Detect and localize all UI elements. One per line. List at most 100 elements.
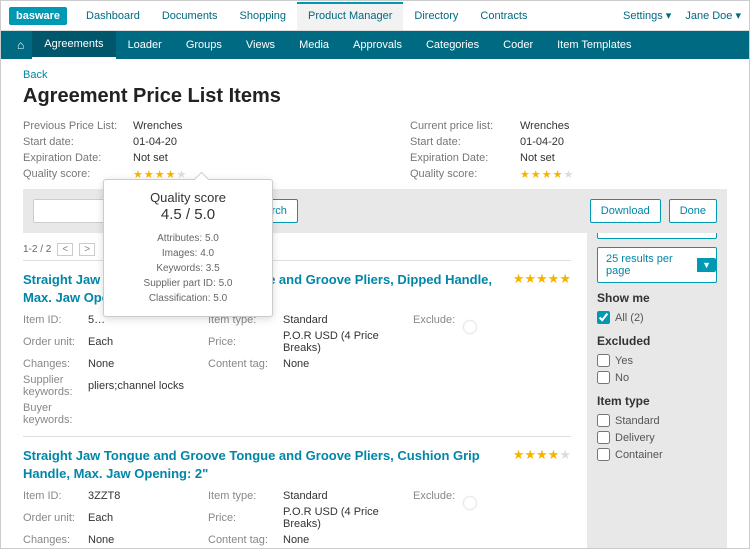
sub-nav: ⌂ Agreements Loader Groups Views Media A… bbox=[1, 31, 749, 59]
user-menu[interactable]: Jane Doe ▾ bbox=[685, 9, 741, 22]
popover-title: Quality score bbox=[114, 190, 262, 205]
order-unit-label: Order unit: bbox=[23, 336, 88, 348]
tab-dashboard[interactable]: Dashboard bbox=[75, 2, 151, 30]
order-unit: Each bbox=[88, 512, 208, 524]
exp-date-label: Expiration Date: bbox=[23, 152, 133, 164]
item-title-link[interactable]: Straight Jaw Tongue and Groove Tongue an… bbox=[23, 447, 505, 482]
start-date-label: Start date: bbox=[23, 136, 133, 148]
subtab-groups[interactable]: Groups bbox=[174, 32, 234, 58]
popover-score: 4.5 / 5.0 bbox=[114, 206, 262, 223]
item-type: Standard bbox=[283, 490, 413, 502]
checkbox-yes[interactable] bbox=[597, 354, 610, 367]
exp-date-value: Not set bbox=[133, 152, 168, 164]
filter-yes[interactable]: Yes bbox=[597, 352, 717, 369]
filter-delivery[interactable]: Delivery bbox=[597, 429, 717, 446]
quality-score-popover: Quality score 4.5 / 5.0 Attributes: 5.0 … bbox=[103, 179, 273, 317]
pager-prev[interactable]: < bbox=[57, 243, 73, 256]
meta-block: Previous Price List: Wrenches Start date:… bbox=[23, 118, 727, 183]
chevron-down-icon: ▼ bbox=[697, 258, 716, 272]
price-label: Price: bbox=[208, 512, 283, 524]
content-tag-value: None bbox=[283, 358, 413, 370]
cur-list-value: Wrenches bbox=[520, 120, 569, 132]
price-label: Price: bbox=[208, 336, 283, 348]
content-tag-label: Content tag: bbox=[208, 534, 283, 546]
changes-value: None bbox=[88, 534, 208, 546]
pager-next[interactable]: > bbox=[79, 243, 95, 256]
prev-list-label: Previous Price List: bbox=[23, 120, 133, 132]
tab-product-manager[interactable]: Product Manager bbox=[297, 2, 403, 30]
tab-documents[interactable]: Documents bbox=[151, 2, 229, 30]
quality-label-r: Quality score: bbox=[410, 168, 520, 181]
checkbox-no[interactable] bbox=[597, 371, 610, 384]
popover-row: Keywords: 3.5 bbox=[114, 261, 262, 276]
toolbar: Search Download Done Quality score 4.5 /… bbox=[23, 189, 727, 233]
item-type-label: Item type: bbox=[208, 490, 283, 502]
quality-stars-right: ★★★★★ bbox=[520, 168, 574, 181]
subtab-coder[interactable]: Coder bbox=[491, 32, 545, 58]
tab-shopping[interactable]: Shopping bbox=[229, 2, 298, 30]
checkbox-delivery[interactable] bbox=[597, 431, 610, 444]
popover-row: Attributes: 5.0 bbox=[114, 231, 262, 246]
supplier-kw-label: Supplier keywords: bbox=[23, 374, 88, 398]
order-unit-label: Order unit: bbox=[23, 512, 88, 524]
popover-row: Supplier part ID: 5.0 bbox=[114, 276, 262, 291]
subtab-categories[interactable]: Categories bbox=[414, 32, 491, 58]
back-link[interactable]: Back bbox=[23, 69, 47, 81]
start-date-value: 01-04-20 bbox=[133, 136, 177, 148]
popover-row: Images: 4.0 bbox=[114, 246, 262, 261]
cur-list-label: Current price list: bbox=[410, 120, 520, 132]
start-date-value-r: 01-04-20 bbox=[520, 136, 564, 148]
item-id: 3ZZT8 bbox=[88, 490, 208, 502]
pager-text: 1-2 / 2 bbox=[23, 244, 51, 255]
itemtype-heading: Item type bbox=[597, 394, 717, 408]
settings-link[interactable]: Settings ▾ bbox=[623, 9, 671, 22]
per-page-dropdown[interactable]: 25 results per page▼ bbox=[597, 247, 717, 283]
item-stars: ★★★★★ bbox=[505, 447, 571, 482]
list-item: Straight Jaw Tongue and Groove Tongue an… bbox=[23, 436, 571, 548]
checkbox-standard[interactable] bbox=[597, 414, 610, 427]
subtab-approvals[interactable]: Approvals bbox=[341, 32, 414, 58]
exclude-label: Exclude: bbox=[413, 490, 463, 502]
filter-all[interactable]: All (2) bbox=[597, 309, 717, 326]
exp-date-value-r: Not set bbox=[520, 152, 555, 164]
changes-label: Changes: bbox=[23, 358, 88, 370]
start-date-label-r: Start date: bbox=[410, 136, 520, 148]
item-id-label: Item ID: bbox=[23, 490, 88, 502]
sidebar: Sort by Relevance▼ 25 results per page▼ … bbox=[587, 193, 727, 548]
exp-date-label-r: Expiration Date: bbox=[410, 152, 520, 164]
logo: basware bbox=[9, 7, 67, 25]
subtab-item-templates[interactable]: Item Templates bbox=[545, 32, 643, 58]
tab-contracts[interactable]: Contracts bbox=[469, 2, 538, 30]
checkbox-container[interactable] bbox=[597, 448, 610, 461]
tab-directory[interactable]: Directory bbox=[403, 2, 469, 30]
subtab-media[interactable]: Media bbox=[287, 32, 341, 58]
subtab-views[interactable]: Views bbox=[234, 32, 287, 58]
home-icon[interactable]: ⌂ bbox=[9, 38, 32, 52]
filter-no[interactable]: No bbox=[597, 369, 717, 386]
changes-label: Changes: bbox=[23, 534, 88, 546]
filter-container[interactable]: Container bbox=[597, 446, 717, 463]
page-title: Agreement Price List Items bbox=[23, 85, 727, 108]
item-stars: ★★★★★ bbox=[505, 271, 571, 306]
item-id-label: Item ID: bbox=[23, 314, 88, 326]
subtab-loader[interactable]: Loader bbox=[116, 32, 174, 58]
done-button[interactable]: Done bbox=[669, 199, 717, 223]
order-unit: Each bbox=[88, 336, 208, 348]
top-tabs: Dashboard Documents Shopping Product Man… bbox=[75, 2, 623, 30]
content-tag-value: None bbox=[283, 534, 413, 546]
filter-standard[interactable]: Standard bbox=[597, 412, 717, 429]
changes-value: None bbox=[88, 358, 208, 370]
price-value: P.O.R USD (4 Price Breaks) bbox=[283, 330, 413, 354]
popover-row: Classification: 5.0 bbox=[114, 291, 262, 306]
checkbox-all[interactable] bbox=[597, 311, 610, 324]
top-nav: basware Dashboard Documents Shopping Pro… bbox=[1, 1, 749, 31]
excluded-heading: Excluded bbox=[597, 334, 717, 348]
supplier-kw: pliers;channel locks bbox=[88, 380, 523, 392]
showme-heading: Show me bbox=[597, 291, 717, 305]
price-value: P.O.R USD (4 Price Breaks) bbox=[283, 506, 413, 530]
subtab-agreements[interactable]: Agreements bbox=[32, 31, 115, 59]
buyer-kw-label: Buyer keywords: bbox=[23, 402, 88, 426]
download-button[interactable]: Download bbox=[590, 199, 661, 223]
content-tag-label: Content tag: bbox=[208, 358, 283, 370]
item-type: Standard bbox=[283, 314, 413, 326]
